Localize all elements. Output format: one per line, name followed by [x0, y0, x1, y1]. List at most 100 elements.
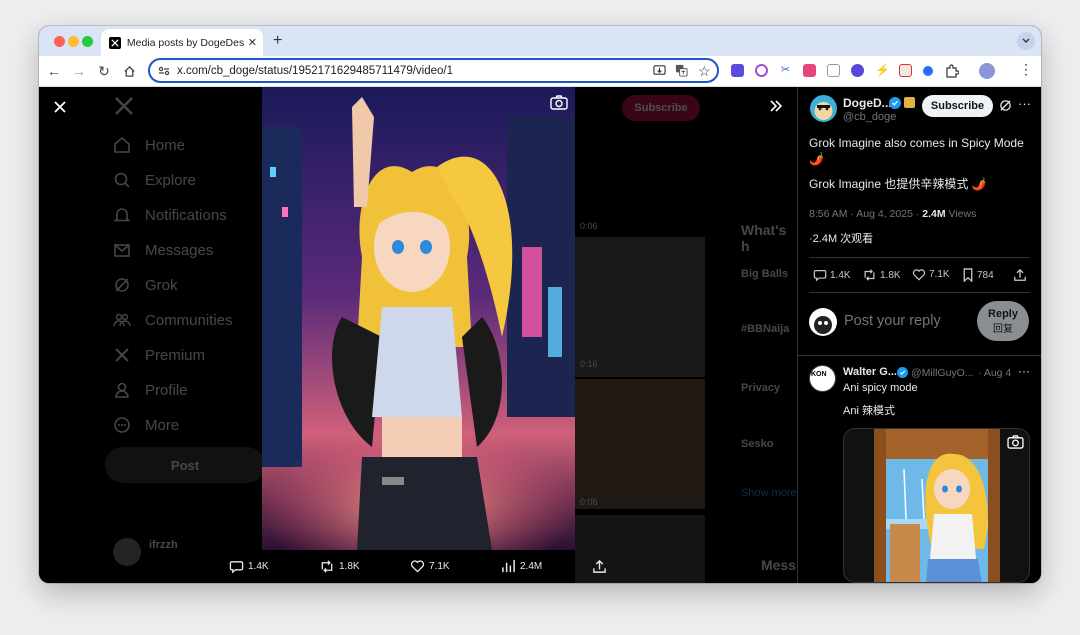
trend-item[interactable]: Sesko [741, 438, 773, 450]
messages-drawer-label[interactable]: Mess [761, 557, 796, 573]
bell-icon [113, 208, 131, 222]
extensions-puzzle-icon[interactable] [945, 64, 959, 78]
bookmark-stat-button[interactable]: 784 [962, 268, 994, 282]
url-bar[interactable]: x.com/cb_doge/status/1952171629485711479… [148, 58, 719, 83]
reply-icon [813, 270, 827, 282]
extension-icon[interactable] [803, 64, 816, 77]
toolbar: ← → ↻ x.com/cb_doge/status/1952171629485… [39, 56, 1041, 87]
grok-icon[interactable] [999, 99, 1012, 112]
profile-avatar[interactable] [979, 63, 995, 79]
nav-item-notifications[interactable]: Notifications [113, 206, 227, 224]
reply-media[interactable] [843, 428, 1030, 583]
camera-icon[interactable] [550, 95, 568, 110]
author-handle[interactable]: @cb_doge [843, 111, 896, 123]
show-more-link[interactable]: Show more [741, 487, 797, 499]
nav-item-messages[interactable]: Messages [113, 241, 213, 259]
views-count: 2.4M [520, 560, 543, 572]
more-options-icon[interactable]: ··· [1018, 364, 1030, 378]
media-repost-button[interactable]: 1.8K [319, 559, 360, 574]
media-image[interactable] [262, 87, 575, 550]
zoom-window-button[interactable] [82, 36, 93, 47]
nav-label: More [145, 416, 180, 434]
nav-label: Communities [145, 311, 233, 329]
extension-icon[interactable] [731, 64, 744, 77]
menu-dots-icon[interactable]: ⋮ [1019, 61, 1033, 78]
video-duration: 0:06 [580, 497, 598, 507]
more-options-icon[interactable]: ··· [1018, 96, 1031, 111]
scissors-icon[interactable]: ✂ [779, 64, 792, 77]
back-icon[interactable]: ← [45, 62, 63, 80]
author-avatar[interactable] [810, 95, 837, 122]
account-name: ifrzzh [149, 539, 178, 551]
share-icon[interactable] [592, 559, 607, 574]
bookmark-icon [963, 268, 973, 282]
account-avatar[interactable] [113, 538, 141, 566]
nav-label: Profile [145, 381, 188, 399]
more-circle-icon [114, 417, 130, 433]
extension-icon[interactable] [755, 64, 768, 77]
camera-icon[interactable] [1007, 435, 1024, 449]
camera-icon[interactable] [827, 64, 840, 77]
background-subscribe-button[interactable]: Subscribe [622, 95, 700, 121]
site-info-icon[interactable] [158, 65, 170, 77]
like-stat-button[interactable]: 7.1K [912, 268, 950, 281]
trend-item[interactable]: #BBNaija [741, 323, 789, 335]
media-reply-button[interactable]: 1.4K [229, 559, 269, 574]
minimize-window-button[interactable] [68, 36, 79, 47]
share-icon[interactable] [1013, 268, 1027, 282]
author-name[interactable]: DogeD... [843, 96, 892, 110]
reply-author-name[interactable]: Walter G... [843, 366, 897, 378]
extension-icon[interactable] [923, 66, 933, 76]
communities-icon [113, 313, 131, 327]
reply-avatar[interactable]: KON [809, 365, 836, 392]
nav-item-home[interactable]: Home [113, 136, 185, 154]
nav-item-communities[interactable]: Communities [113, 311, 233, 329]
reply-input[interactable]: Post your reply [844, 313, 941, 329]
install-app-icon[interactable] [653, 64, 666, 77]
browser-window: Media posts by DogeDesigner ✕ + ← → ↻ x.… [39, 26, 1041, 583]
tab-search-icon[interactable] [1017, 32, 1035, 50]
url-text: x.com/cb_doge/status/1952171629485711479… [177, 64, 454, 77]
nav-item-grok[interactable]: Grok [113, 276, 178, 294]
close-icon[interactable] [53, 100, 67, 114]
bookmark-star-icon[interactable]: ☆ [698, 63, 711, 80]
nav-item-profile[interactable]: Profile [113, 381, 188, 399]
trend-item[interactable]: Big Balls [741, 268, 788, 280]
translate-icon[interactable] [675, 64, 688, 77]
reply-handle[interactable]: @MillGuyO... [911, 367, 974, 379]
reply-date[interactable]: · Aug 4 [978, 367, 1011, 379]
lightning-icon[interactable]: ⚡ [875, 64, 890, 77]
tab-title: Media posts by DogeDesigner [126, 36, 244, 49]
nav-item-more[interactable]: More [113, 416, 179, 434]
reply-stat-button[interactable]: 1.4K [813, 268, 851, 282]
post-detail-panel: DogeD... @cb_doge Subscribe ··· Grok Ima… [797, 87, 1041, 583]
nav-label: Home [145, 136, 186, 154]
close-window-button[interactable] [54, 36, 65, 47]
nav-item-premium[interactable]: Premium [113, 346, 205, 364]
extension-icon[interactable] [851, 64, 864, 77]
reply-button[interactable]: Reply 回复 [977, 301, 1029, 341]
post-timestamp[interactable]: 8:56 AM · Aug 4, 2025 · [809, 208, 922, 220]
envelope-icon [114, 244, 130, 257]
whats-happening-heading: What's h [741, 222, 787, 254]
close-tab-icon[interactable]: ✕ [248, 36, 257, 49]
post-button[interactable]: Post [105, 447, 265, 483]
subscribe-button[interactable]: Subscribe [922, 95, 993, 117]
repost-stat-button[interactable]: 1.8K [862, 268, 901, 282]
trend-item[interactable]: Privacy [741, 382, 780, 394]
divider [809, 257, 1030, 258]
nav-item-explore[interactable]: Explore [113, 171, 196, 189]
browser-tab[interactable]: Media posts by DogeDesigner ✕ [101, 29, 263, 56]
media-views-button[interactable]: 2.4M [501, 559, 542, 573]
collapse-panel-icon[interactable] [769, 99, 783, 113]
reply-button-label: Reply [988, 308, 1018, 320]
home-icon[interactable] [120, 62, 138, 80]
reply-button-label-zh: 回复 [993, 324, 1013, 335]
media-like-button[interactable]: 7.1K [410, 559, 450, 573]
reload-icon[interactable]: ↻ [95, 62, 113, 80]
background-thumbnail [575, 379, 705, 509]
forward-icon[interactable]: → [70, 62, 88, 80]
reply-count: 1.4K [248, 561, 269, 572]
extension-icon[interactable] [899, 64, 912, 77]
new-tab-button[interactable]: + [273, 32, 282, 50]
